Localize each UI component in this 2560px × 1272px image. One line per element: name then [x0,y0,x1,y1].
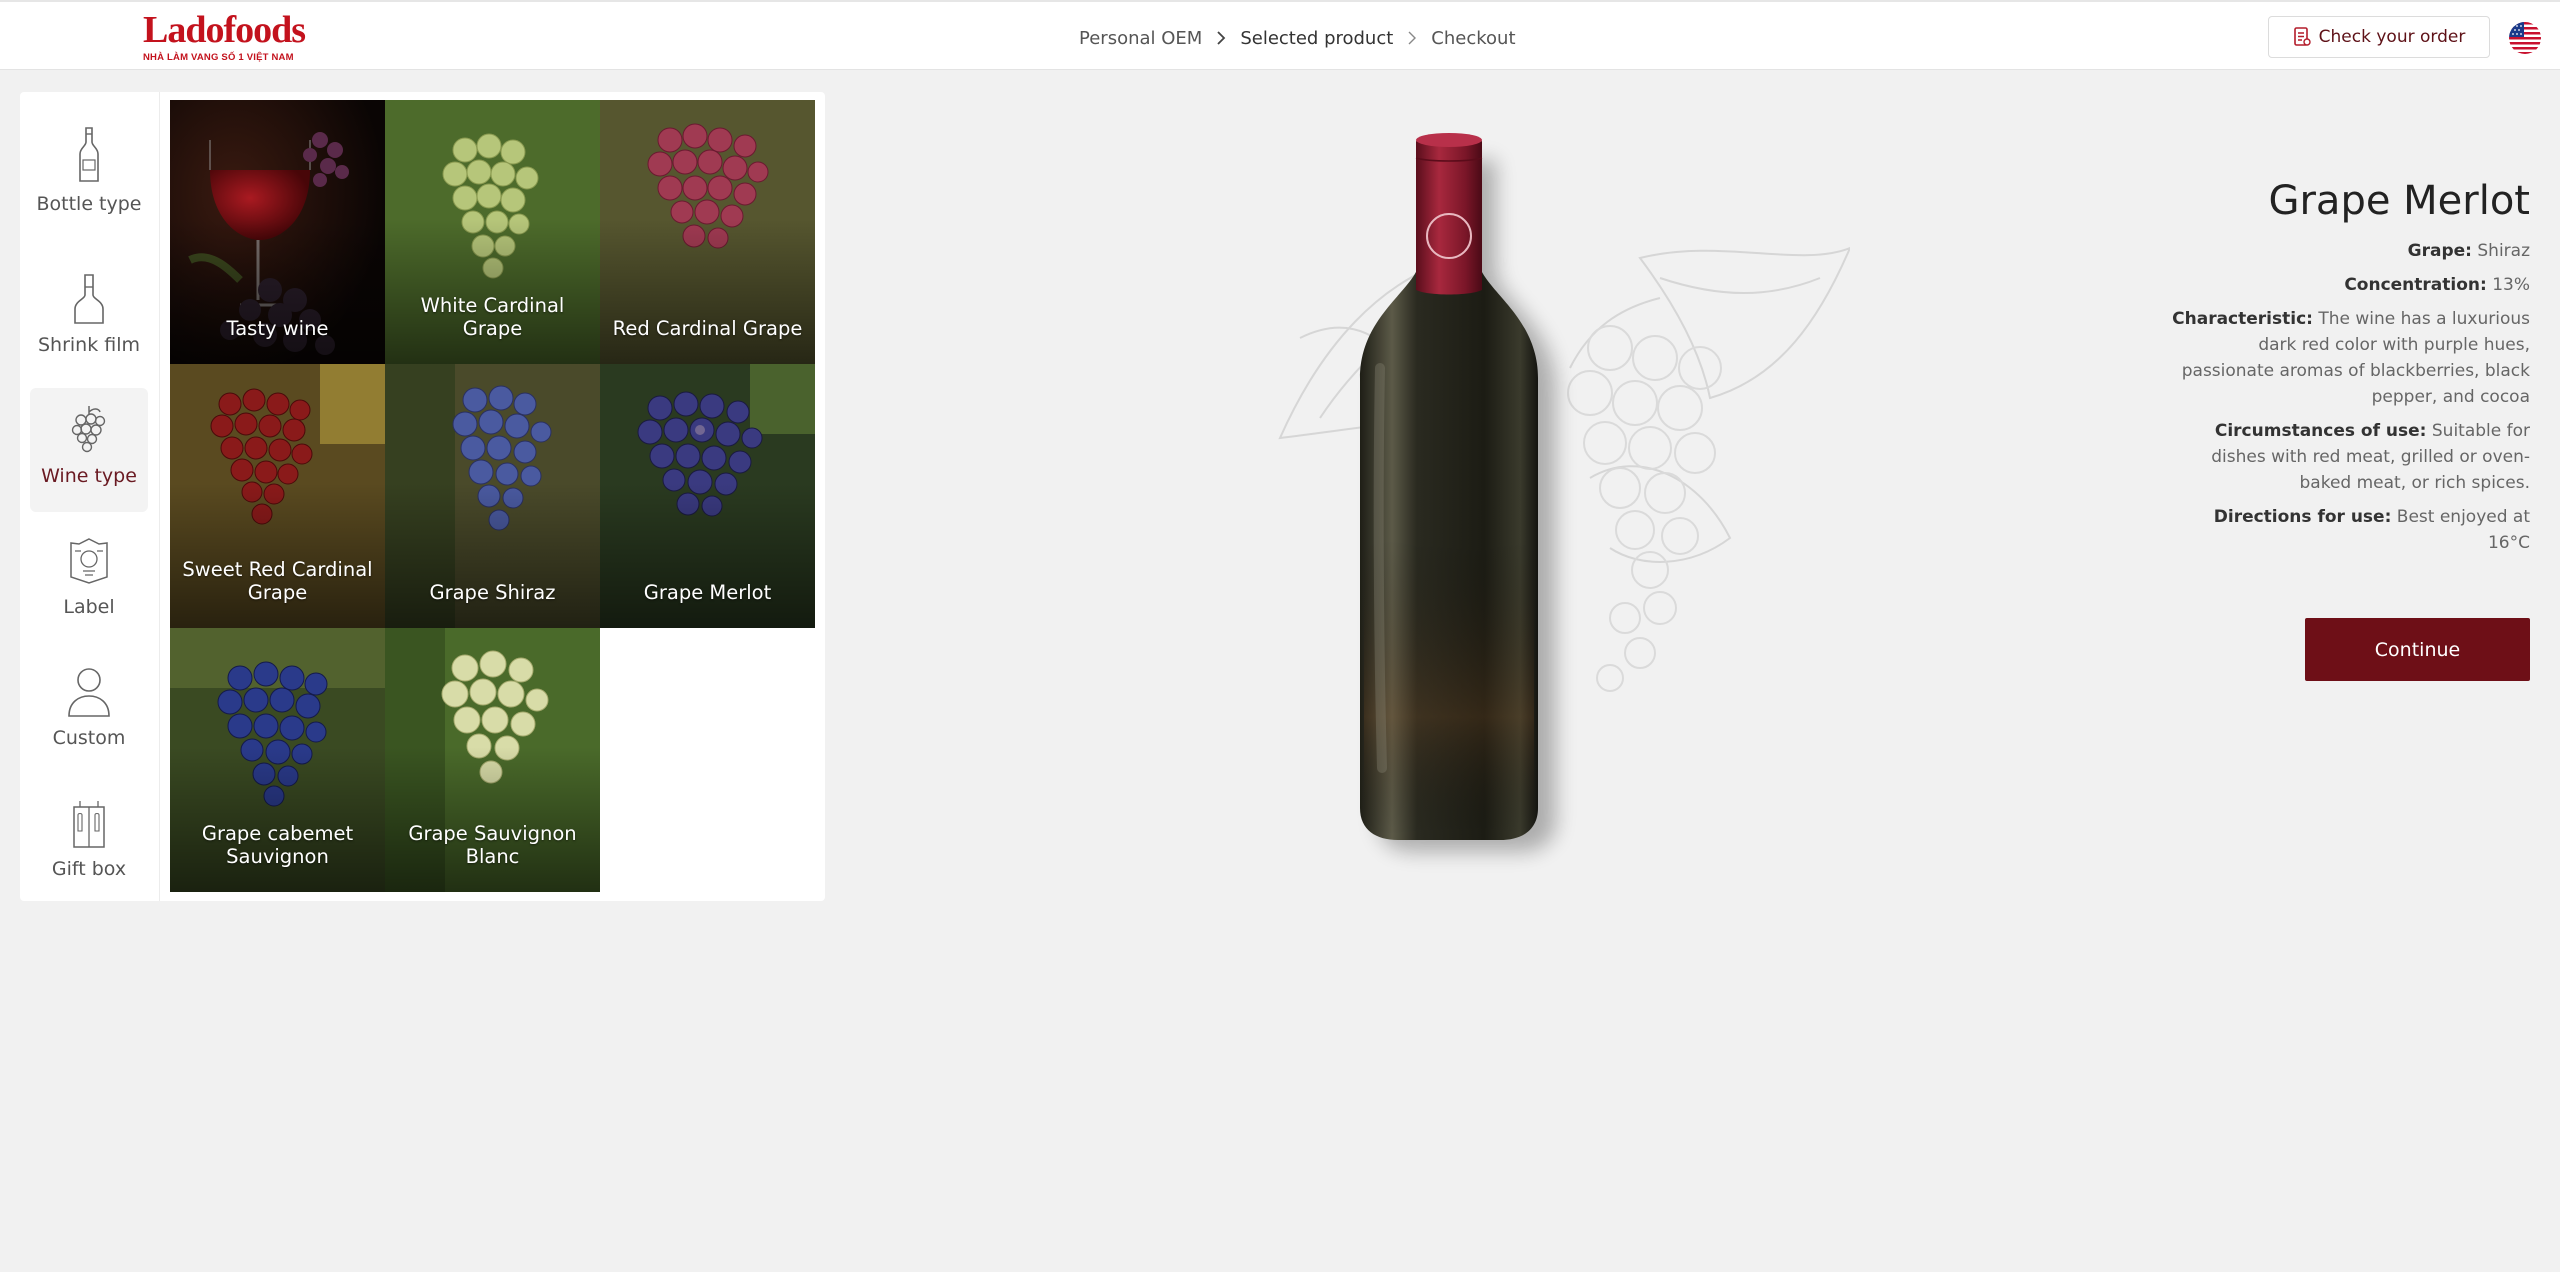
wine-tile-label: White Cardinal Grape [420,294,565,340]
user-icon [68,668,110,717]
wine-tile-label: Grape Shiraz [429,581,556,604]
breadcrumb: Personal OEM Selected product Checkout [1079,26,1516,50]
shrink-film-icon [74,274,104,324]
continue-button[interactable]: Continue [2305,618,2530,681]
grape-vine-background [1278,133,1852,852]
characteristic-row: Characteristic: The wine has a luxurious… [2170,306,2530,410]
wine-tile-sweet-red-cardinal-grape[interactable]: Sweet Red Cardinal Grape [170,364,385,628]
chevron-right-icon [1217,31,1226,45]
sidebar-item-wine-type[interactable]: Wine type [30,388,148,512]
characteristic-label: Characteristic: [2172,309,2313,329]
sidebar-item-label: Gift box [51,858,127,880]
logo-text: Ladofoods [143,9,306,51]
chevron-right-icon [1408,31,1417,45]
brand-logo[interactable]: Ladofoods NHÀ LÀM VANG SỐ 1 VIỆT NAM [143,9,306,64]
gift-box-icon [73,801,105,848]
concentration-label: Concentration: [2344,275,2487,295]
top-header: Ladofoods NHÀ LÀM VANG SỐ 1 VIỆT NAM Per… [0,0,2560,70]
check-order-label: Check your order [2318,27,2466,47]
concentration-row: Concentration: 13% [2170,272,2530,298]
wine-tile-label: Tasty wine [226,317,329,340]
breadcrumb-selected-product[interactable]: Selected product [1240,28,1393,49]
sidebar-item-label: Wine type [41,465,137,487]
sidebar-item-label: Bottle type [36,193,142,215]
wine-tile-label: Grape Merlot [643,581,772,604]
wine-tile-grape-cabernet-sauvignon[interactable]: Grape cabemet Sauvignon [170,628,385,892]
breadcrumb-checkout[interactable]: Checkout [1431,28,1515,49]
wine-tile-label: Red Cardinal Grape [612,317,803,340]
sidebar-item-shrink-film[interactable]: Shrink film [30,257,148,381]
wine-tile-tasty-wine[interactable]: Tasty wine [170,100,385,364]
directions-row: Directions for use: Best enjoyed at 16°C [2170,504,2530,556]
wine-tile-label: Grape Sauvignon Blanc [408,822,577,868]
concentration-value: 13% [2492,275,2530,295]
wine-type-grid: Tasty wine White Cardinal Grape Red Card… [170,100,815,892]
directions-label: Directions for use: [2213,507,2392,527]
wine-tile-grape-sauvignon-blanc[interactable]: Grape Sauvignon Blanc [385,628,600,892]
circumstances-row: Circumstances of use: Suitable for dishe… [2170,418,2530,496]
label-icon [70,538,108,584]
bottle-icon [79,127,99,182]
wine-tile-label: Grape cabemet Sauvignon [201,822,354,868]
sidebar-item-custom[interactable]: Custom [30,650,148,774]
wine-tile-white-cardinal-grape[interactable]: White Cardinal Grape [385,100,600,364]
wine-tile-red-cardinal-grape[interactable]: Red Cardinal Grape [600,100,815,364]
sidebar-item-gift-box[interactable]: Gift box [30,781,148,905]
product-title: Grape Merlot [2268,178,2530,224]
circumstances-label: Circumstances of use: [2214,421,2427,441]
breadcrumb-personal-oem[interactable]: Personal OEM [1079,28,1202,49]
logo-tagline: NHÀ LÀM VANG SỐ 1 VIỆT NAM [143,52,294,63]
grape-value: Shiraz [2477,241,2530,261]
grape-icon [71,406,106,453]
wine-tile-grape-shiraz[interactable]: Grape Shiraz [385,364,600,628]
product-info: Grape Merlot Grape: Shiraz Concentration… [2170,176,2530,564]
grape-row: Grape: Shiraz [2170,238,2530,264]
us-flag-icon[interactable] [2509,22,2541,54]
bottle-preview [1260,118,1852,878]
receipt-icon [2293,27,2311,46]
sidebar-item-label: Label [63,596,115,618]
sidebar-item-label: Shrink film [37,334,141,356]
check-order-button[interactable]: Check your order [2268,16,2490,58]
wine-tile-grape-merlot[interactable]: Grape Merlot [600,364,815,628]
sidebar-item-label: Custom [52,727,126,749]
wine-tile-label: Sweet Red Cardinal Grape [182,558,373,604]
step-sidebar: Bottle type Shrink film Wine type Label … [20,92,160,901]
sidebar-item-bottle-type[interactable]: Bottle type [30,110,148,234]
sidebar-item-label[interactable]: Label [30,519,148,643]
grape-label: Grape: [2407,241,2472,261]
directions-value: Best enjoyed at 16°C [2396,507,2530,553]
